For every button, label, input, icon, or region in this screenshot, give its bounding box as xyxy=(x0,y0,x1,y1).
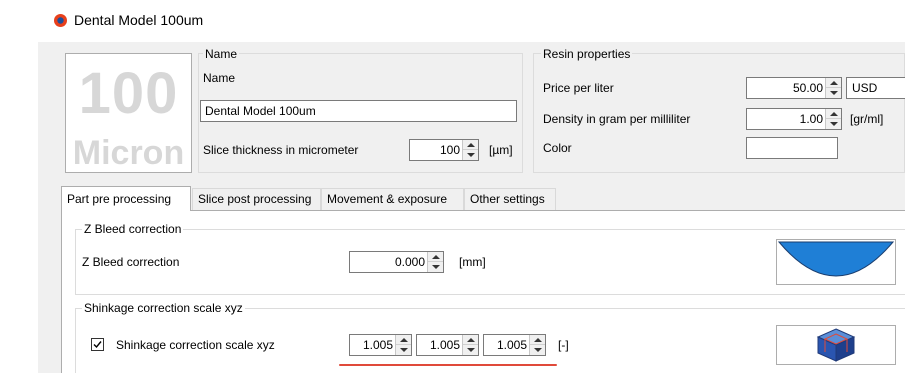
density-spinner[interactable] xyxy=(746,108,842,130)
color-label: Color xyxy=(543,141,572,155)
name-label: Name xyxy=(203,71,236,85)
zbleed-label: Z Bleed correction xyxy=(82,255,180,269)
price-input[interactable] xyxy=(747,78,826,98)
spin-up-icon[interactable] xyxy=(428,252,443,262)
spin-up-icon[interactable] xyxy=(530,335,545,345)
price-label: Price per liter xyxy=(543,81,614,95)
density-input[interactable] xyxy=(747,109,826,129)
spin-up-icon[interactable] xyxy=(826,109,841,119)
thickness-badge: 100 Micron xyxy=(65,53,192,173)
shrinkage-x-spin-buttons[interactable] xyxy=(395,335,411,355)
zbleed-unit: [mm] xyxy=(459,255,486,269)
tab-label: Slice post processing xyxy=(198,192,312,206)
zbleed-input[interactable] xyxy=(350,252,428,272)
spin-up-icon[interactable] xyxy=(826,78,841,88)
name-input[interactable] xyxy=(200,100,517,122)
slice-thickness-spinner[interactable] xyxy=(409,139,479,161)
spin-down-icon[interactable] xyxy=(463,150,478,160)
zbleed-shape-icon xyxy=(777,241,895,277)
resin-group-header: Resin properties xyxy=(541,47,633,61)
spin-up-icon[interactable] xyxy=(396,335,411,345)
tab-label: Other settings xyxy=(470,192,545,206)
density-label: Density in gram per milliliter xyxy=(543,112,691,126)
window-title: Dental Model 100um xyxy=(74,12,204,28)
shrinkage-y-input[interactable] xyxy=(417,335,463,355)
highlight-underline xyxy=(339,364,557,366)
color-swatch[interactable] xyxy=(746,137,838,159)
name-group-header: Name xyxy=(203,47,240,61)
shrinkage-y-spinner[interactable] xyxy=(416,334,479,356)
tab-panel-part-pre-processing: Z Bleed correction Z Bleed correction [m… xyxy=(61,210,905,373)
cube-icon xyxy=(816,328,856,362)
tab-label: Movement & exposure xyxy=(327,192,448,206)
shrinkage-z-input[interactable] xyxy=(484,335,530,355)
shrinkage-x-spinner[interactable] xyxy=(349,334,412,356)
price-spin-buttons[interactable] xyxy=(825,78,841,98)
slice-thickness-spin-buttons[interactable] xyxy=(462,140,478,160)
slice-thickness-label: Slice thickness in micrometer xyxy=(203,143,359,157)
shrinkage-y-spin-buttons[interactable] xyxy=(462,335,478,355)
shrinkage-unit: [-] xyxy=(558,338,569,352)
badge-unit: Micron xyxy=(72,134,185,172)
spin-down-icon[interactable] xyxy=(396,345,411,355)
currency-value: USD xyxy=(852,81,878,95)
settings-window: Dental Model 100um 100 Micron Name Name … xyxy=(38,0,905,373)
spin-down-icon[interactable] xyxy=(826,119,841,129)
density-spin-buttons[interactable] xyxy=(825,109,841,129)
spin-down-icon[interactable] xyxy=(530,345,545,355)
price-spinner[interactable] xyxy=(746,77,842,99)
shrinkage-checkbox-label: Shinkage correction scale xyz xyxy=(116,338,275,352)
shrinkage-checkbox[interactable] xyxy=(91,338,104,351)
shrinkage-z-spinner[interactable] xyxy=(483,334,546,356)
shrinkage-z-spin-buttons[interactable] xyxy=(529,335,545,355)
zbleed-spinner[interactable] xyxy=(349,251,444,273)
tab-label: Part pre processing xyxy=(67,192,172,206)
density-unit: [gr/ml] xyxy=(850,112,884,126)
shrinkage-x-input[interactable] xyxy=(350,335,396,355)
title-bar: Dental Model 100um xyxy=(38,0,905,42)
app-logo-icon xyxy=(54,14,67,27)
badge-number: 100 xyxy=(78,61,179,126)
tab-movement-exposure[interactable]: Movement & exposure xyxy=(321,188,464,211)
spin-up-icon[interactable] xyxy=(463,140,478,150)
spin-down-icon[interactable] xyxy=(826,88,841,98)
currency-select[interactable]: USD xyxy=(846,77,905,99)
checkmark-icon xyxy=(93,341,102,349)
zbleed-preview xyxy=(776,239,896,285)
tab-part-pre-processing[interactable]: Part pre processing xyxy=(61,186,191,211)
tab-other-settings[interactable]: Other settings xyxy=(464,188,556,211)
shrinkage-preview xyxy=(776,325,896,365)
zbleed-group-header: Z Bleed correction xyxy=(82,222,184,236)
slice-thickness-unit: [µm] xyxy=(489,143,513,157)
spin-up-icon[interactable] xyxy=(463,335,478,345)
slice-thickness-input[interactable] xyxy=(410,140,463,160)
shrinkage-group-header: Shinkage correction scale xyz xyxy=(82,301,245,315)
tab-slice-post-processing[interactable]: Slice post processing xyxy=(192,188,321,211)
spin-down-icon[interactable] xyxy=(428,262,443,272)
zbleed-spin-buttons[interactable] xyxy=(427,252,443,272)
spin-down-icon[interactable] xyxy=(463,345,478,355)
